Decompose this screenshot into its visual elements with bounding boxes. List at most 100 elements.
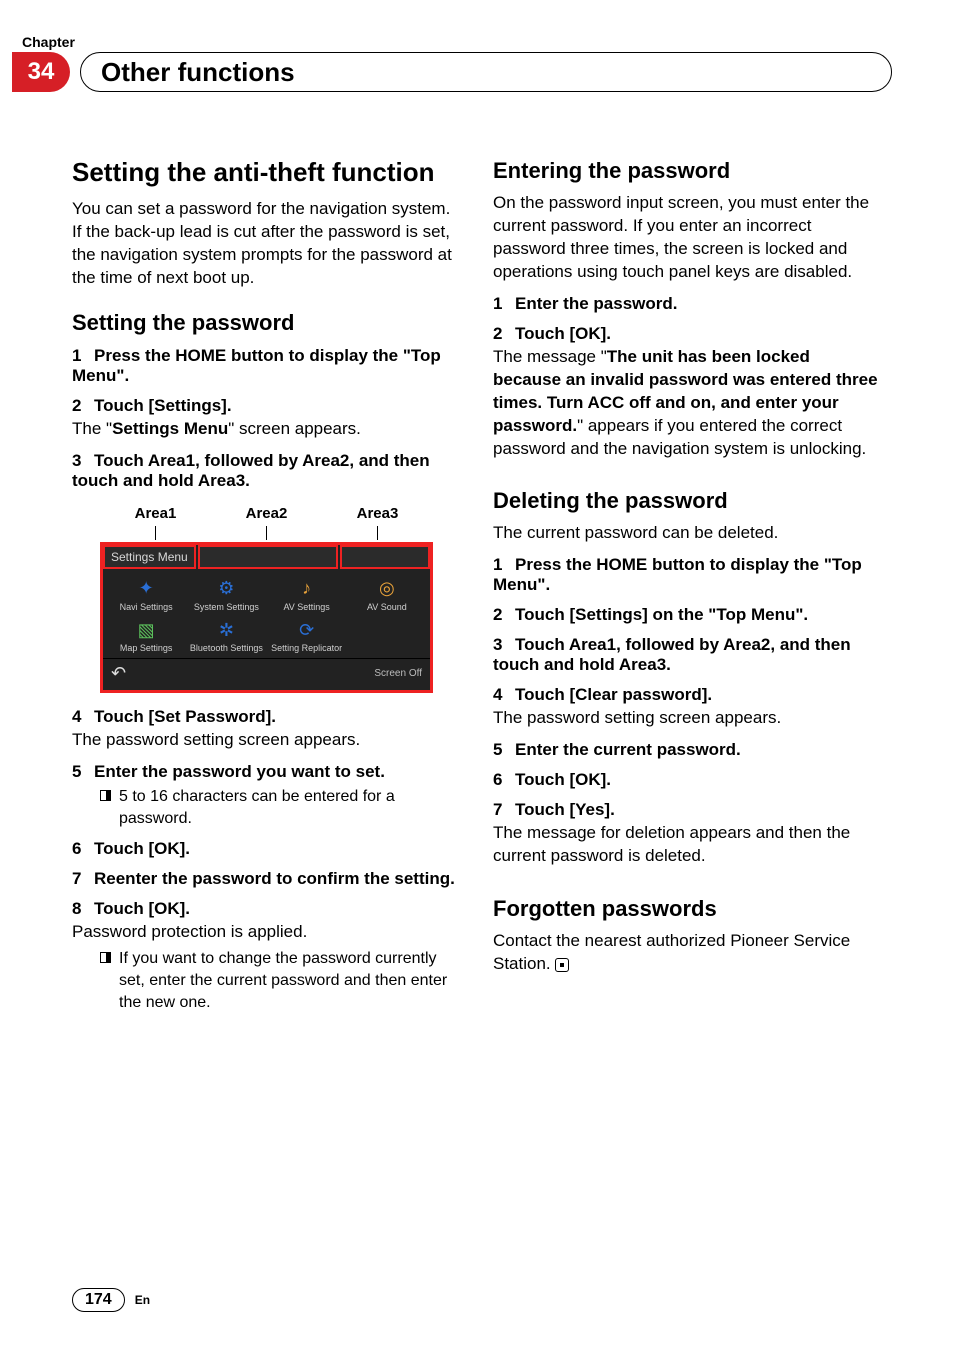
map-settings-icon: ▧Map Settings: [109, 618, 183, 654]
step-text: Touch Area1, followed by Area2, and then…: [72, 451, 430, 490]
step: 7Touch [Yes].: [493, 800, 882, 820]
back-icon: ↶: [111, 663, 126, 684]
step: 1Press the HOME button to display the "T…: [72, 346, 461, 386]
step-text: Enter the password you want to set.: [94, 762, 385, 781]
bullet-icon: [100, 952, 111, 963]
note-bullet: 5 to 16 characters can be entered for a …: [100, 786, 461, 829]
chapter-title-bar: Other functions: [80, 52, 892, 92]
step-number: 7: [493, 800, 515, 820]
area-label: Area2: [246, 505, 288, 522]
chapter-number-pill: 34: [12, 52, 70, 92]
chapter-label: Chapter: [22, 34, 882, 50]
section-end-icon: [555, 958, 569, 972]
step-result: The message for deletion appears and the…: [493, 822, 882, 868]
step-number: 1: [72, 346, 94, 366]
settings-menu-screenshot: Settings Menu ✦Navi Settings ⚙System Set…: [100, 542, 433, 694]
bluetooth-settings-icon: ✲Bluetooth Settings: [189, 618, 263, 654]
step: 1Enter the password.: [493, 294, 882, 314]
step-number: 7: [72, 869, 94, 889]
note-bullet: If you want to change the password curre…: [100, 948, 461, 1013]
step-text: Press the HOME button to display the "To…: [72, 346, 441, 385]
system-settings-icon: ⚙System Settings: [189, 577, 263, 613]
step-text: Enter the current password.: [515, 740, 741, 759]
step-number: 2: [493, 605, 515, 625]
subsection-heading: Deleting the password: [493, 488, 882, 514]
body-paragraph: The current password can be deleted.: [493, 522, 882, 545]
left-column: Setting the anti-theft function You can …: [72, 158, 461, 1013]
step: 3Touch Area1, followed by Area2, and the…: [493, 635, 882, 675]
step-text: Touch [Settings] on the "Top Menu".: [515, 605, 808, 624]
step: 8Touch [OK].: [72, 899, 461, 919]
step-number: 5: [72, 762, 94, 782]
step-text: Reenter the password to confirm the sett…: [94, 869, 455, 888]
empty-slot: [350, 618, 424, 654]
step: 3Touch Area1, followed by Area2, and the…: [72, 451, 461, 491]
step: 2Touch [OK].: [493, 324, 882, 344]
step-number: 2: [493, 324, 515, 344]
subsection-heading: Forgotten passwords: [493, 896, 882, 922]
step-result: The "Settings Menu" screen appears.: [72, 418, 461, 441]
area-label: Area1: [135, 505, 177, 522]
step: 6Touch [OK].: [72, 839, 461, 859]
step: 5Enter the password you want to set.: [72, 762, 461, 782]
chapter-number: 34: [28, 58, 55, 86]
area-label: Area3: [357, 505, 399, 522]
area-labels: Area1 Area2 Area3: [100, 505, 433, 522]
step-result: The password setting screen appears.: [493, 707, 882, 730]
subsection-heading: Setting the password: [72, 310, 461, 336]
step: 2Touch [Settings] on the "Top Menu".: [493, 605, 882, 625]
step-text: Touch [OK].: [515, 770, 611, 789]
step-text: Press the HOME button to display the "To…: [493, 555, 862, 594]
step-number: 1: [493, 294, 515, 314]
body-paragraph: Contact the nearest authorized Pioneer S…: [493, 930, 882, 976]
step-result: Password protection is applied.: [72, 921, 461, 944]
body-paragraph: On the password input screen, you must e…: [493, 192, 882, 284]
step-number: 6: [72, 839, 94, 859]
step-text: Touch [OK].: [515, 324, 611, 343]
step-number: 8: [72, 899, 94, 919]
step-number: 3: [72, 451, 94, 471]
step-text: Touch [Clear password].: [515, 685, 712, 704]
step-number: 3: [493, 635, 515, 655]
step: 1Press the HOME button to display the "T…: [493, 555, 882, 595]
screen-off-label: Screen Off: [374, 668, 422, 679]
step: 2Touch [Settings].: [72, 396, 461, 416]
area-pointer-lines: [100, 526, 433, 540]
navi-settings-icon: ✦Navi Settings: [109, 577, 183, 613]
setting-replicator-icon: ⟳Setting Replicator: [270, 618, 344, 654]
step-text: Touch [Set Password].: [94, 707, 276, 726]
right-column: Entering the password On the password in…: [493, 158, 882, 1013]
step: 5Enter the current password.: [493, 740, 882, 760]
settings-menu-tab: Settings Menu: [103, 545, 196, 569]
step-text: Touch [Yes].: [515, 800, 615, 819]
step-text: Touch Area1, followed by Area2, and then…: [493, 635, 851, 674]
bullet-icon: [100, 790, 111, 801]
step-text: Enter the password.: [515, 294, 677, 313]
step-result: The message "The unit has been locked be…: [493, 346, 882, 461]
av-sound-icon: ◎AV Sound: [350, 577, 424, 613]
step-number: 4: [493, 685, 515, 705]
language-code: En: [135, 1293, 150, 1307]
step: 4Touch [Set Password].: [72, 707, 461, 727]
av-settings-icon: ♪AV Settings: [270, 577, 344, 613]
chapter-title: Other functions: [101, 57, 295, 88]
step: 4Touch [Clear password].: [493, 685, 882, 705]
step-number: 4: [72, 707, 94, 727]
step-text: Touch [OK].: [94, 899, 190, 918]
note-text: If you want to change the password curre…: [119, 948, 461, 1013]
area2-highlight: [198, 545, 338, 569]
note-text: 5 to 16 characters can be entered for a …: [119, 786, 461, 829]
step: 7Reenter the password to confirm the set…: [72, 869, 461, 889]
section-heading: Setting the anti-theft function: [72, 158, 461, 188]
step-number: 5: [493, 740, 515, 760]
step: 6Touch [OK].: [493, 770, 882, 790]
step-number: 6: [493, 770, 515, 790]
page-footer: 174 En: [72, 1288, 150, 1312]
area3-highlight: [340, 545, 430, 569]
step-text: Touch [Settings].: [94, 396, 232, 415]
step-number: 1: [493, 555, 515, 575]
step-number: 2: [72, 396, 94, 416]
step-text: Touch [OK].: [94, 839, 190, 858]
step-result: The password setting screen appears.: [72, 729, 461, 752]
intro-paragraph: You can set a password for the navigatio…: [72, 198, 461, 290]
